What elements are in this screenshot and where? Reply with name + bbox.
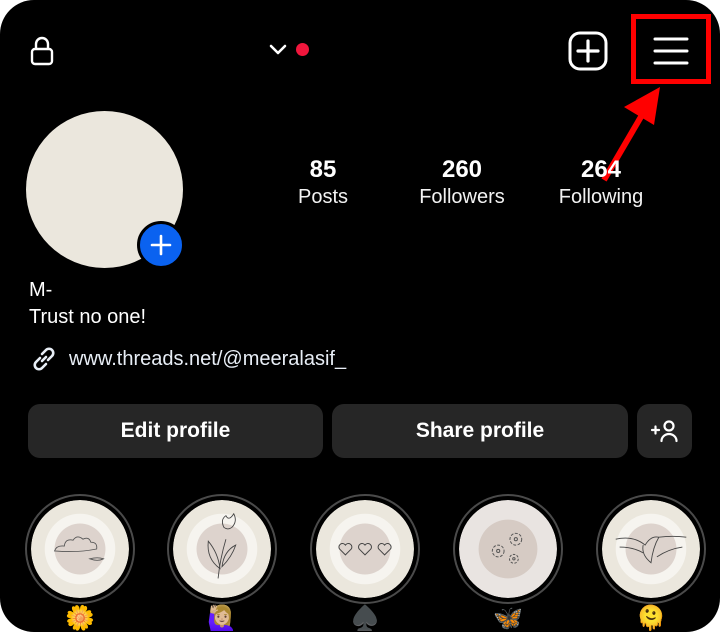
plus-icon [150,234,172,256]
notification-dot [296,43,309,56]
highlight-item[interactable] [310,494,420,604]
highlight-label: 🌼 [65,605,95,632]
highlight-label: 🫠 [636,605,666,632]
heart-hands-sketch-cover [602,500,700,598]
tulip-sketch-cover [173,500,271,598]
hamburger-menu-icon[interactable] [652,34,690,68]
new-post-button[interactable] [568,31,608,71]
share-profile-button[interactable]: Share profile [332,404,628,458]
followers-count: 260 [441,156,483,183]
posts-count: 85 [309,156,337,183]
highlight-item[interactable] [167,494,277,604]
profile-screen: 85 Posts 260 Followers 264 Following M- … [0,0,720,632]
flowers-sketch-cover [459,500,557,598]
following-label: Following [558,186,644,208]
edit-profile-button[interactable]: Edit profile [28,404,323,458]
stat-followers[interactable]: 260 Followers [397,156,527,210]
highlight-label: 🦋 [493,605,523,632]
highlight-label: ♠️ [350,605,380,632]
following-count: 264 [580,156,622,183]
highlight-item[interactable] [25,494,135,604]
highlight-item[interactable] [453,494,563,604]
discover-people-button[interactable] [637,404,692,458]
lock-icon [30,36,54,66]
add-story-button[interactable] [137,221,185,269]
stat-posts[interactable]: 85 Posts [258,156,388,210]
three-hearts-sketch-cover [316,500,414,598]
add-person-icon [650,420,678,443]
highlight-item[interactable] [596,494,706,604]
posts-label: Posts [297,186,349,208]
highlight-label: 🙋🏼‍♀️ [207,605,237,632]
profile-name: M- [29,279,53,301]
cloud-sketch-cover [31,500,129,598]
link-icon [33,347,55,371]
profile-link[interactable]: www.threads.net/@meeralasif_ [29,344,346,374]
stat-following[interactable]: 264 Following [536,156,666,210]
link-text[interactable]: www.threads.net/@meeralasif_ [69,348,346,371]
chevron-down-icon[interactable] [268,42,288,58]
followers-label: Followers [419,186,505,208]
profile-bio: Trust no one! [29,306,147,328]
